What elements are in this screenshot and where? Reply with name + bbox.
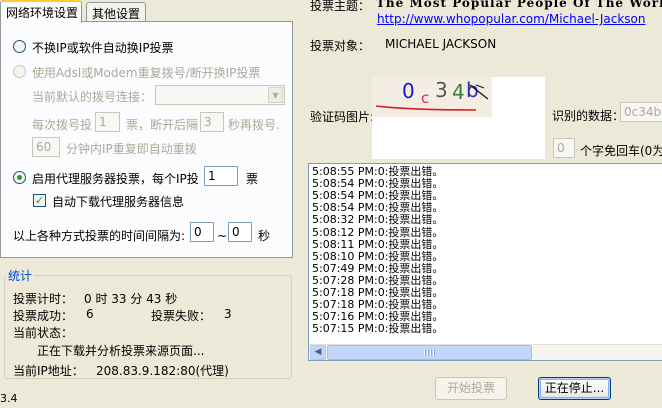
auto-enter-input[interactable]: 0 <box>553 138 575 158</box>
auto-enter-value: 0 <box>557 141 565 155</box>
ip-value: 208.83.9.182:80(代理) <box>96 364 229 378</box>
vote-url-link[interactable]: http://www.whopopular.com/Michael-Jackso… <box>377 12 645 26</box>
log-line: 5:07:28 PM:0:投票出错。 <box>312 273 444 287</box>
success-value: 6 <box>86 307 94 321</box>
topic-value: The Most Popular People Of The World <box>376 0 662 10</box>
log-line: 5:07:18 PM:0:投票出错。 <box>312 298 444 312</box>
tab-network-settings-label: 网络环境设置 <box>6 6 79 20</box>
tab-network-settings[interactable]: 网络环境设置 <box>0 0 82 23</box>
recognized-input[interactable]: 0c34b <box>620 102 662 122</box>
recognized-value: 0c34b <box>624 105 662 119</box>
captcha-label: 验证码图片: <box>310 110 375 124</box>
captcha-svg: 0 c 3 4 b <box>372 77 492 117</box>
recognized-label: 识别的数据： <box>552 109 625 123</box>
timer-value: 0 时 33 分 43 秒 <box>84 292 178 306</box>
captcha-char: 4 <box>452 80 465 104</box>
log-line: 5:08:54 PM:0:投票出错。 <box>312 177 444 191</box>
stopping-button-label: 正在停止... <box>544 381 605 395</box>
log-line: 5:07:15 PM:0:投票出错。 <box>312 322 444 336</box>
timer-label: 投票计时： <box>13 292 74 306</box>
tab-other-settings-label: 其他设置 <box>92 7 141 21</box>
log-line: 5:07:49 PM:0:投票出错。 <box>312 261 444 275</box>
ip-label: 当前IP地址： <box>13 364 84 378</box>
log-line: 5:07:18 PM:0:投票出错。 <box>312 286 444 299</box>
scroll-left-icon[interactable]: ◀ <box>310 345 326 360</box>
log-list[interactable]: 5:08:55 PM:0:投票出错。 5:08:54 PM:0:投票出错。 5:08… <box>308 163 662 361</box>
captcha-image: 0 c 3 4 b <box>372 77 492 117</box>
stats-group-title: 统计 <box>6 267 35 284</box>
start-vote-button[interactable]: 开始投票 <box>435 377 507 400</box>
scrollbar-thumb[interactable] <box>327 345 532 360</box>
status-label: 当前状态： <box>13 326 74 340</box>
log-line: 5:08:55 PM:0:投票出错。 <box>312 165 444 178</box>
fail-label: 投票失败： <box>151 309 212 323</box>
log-line: 5:08:54 PM:0:投票出错。 <box>312 201 444 215</box>
target-label: 投票对象： <box>310 39 371 53</box>
topic-label: 投票主题： <box>310 0 371 13</box>
target-value: MICHAEL JACKSON <box>385 37 497 51</box>
auto-enter-label: 个字免回车(0为不 <box>580 144 662 158</box>
fail-value: 3 <box>224 307 232 321</box>
log-line: 5:08:12 PM:0:投票出错。 <box>312 225 444 239</box>
log-line: 5:08:10 PM:0:投票出错。 <box>312 249 444 263</box>
version-text: 3.4 <box>0 392 18 405</box>
log-line: 5:07:16 PM:0:投票出错。 <box>312 310 444 324</box>
horizontal-scrollbar[interactable]: ◀ <box>309 344 662 360</box>
log-line: 5:08:11 PM:0:投票出错。 <box>312 237 444 251</box>
start-vote-button-label: 开始投票 <box>446 381 495 395</box>
captcha-char: 0 <box>402 79 415 103</box>
log-line: 5:08:54 PM:0:投票出错。 <box>312 189 444 203</box>
tab-other-settings[interactable]: 其他设置 <box>86 2 146 22</box>
captcha-char: c <box>421 89 429 107</box>
success-label: 投票成功： <box>13 309 74 323</box>
stopping-button[interactable]: 正在停止... <box>538 377 611 400</box>
captcha-char: 3 <box>435 78 448 102</box>
network-settings-panel <box>0 21 293 258</box>
log-line: 5:08:32 PM:0:投票出错。 <box>312 213 444 227</box>
grip-icon <box>424 349 436 356</box>
status-value: 正在下载并分析投票来源页面... <box>37 344 205 358</box>
